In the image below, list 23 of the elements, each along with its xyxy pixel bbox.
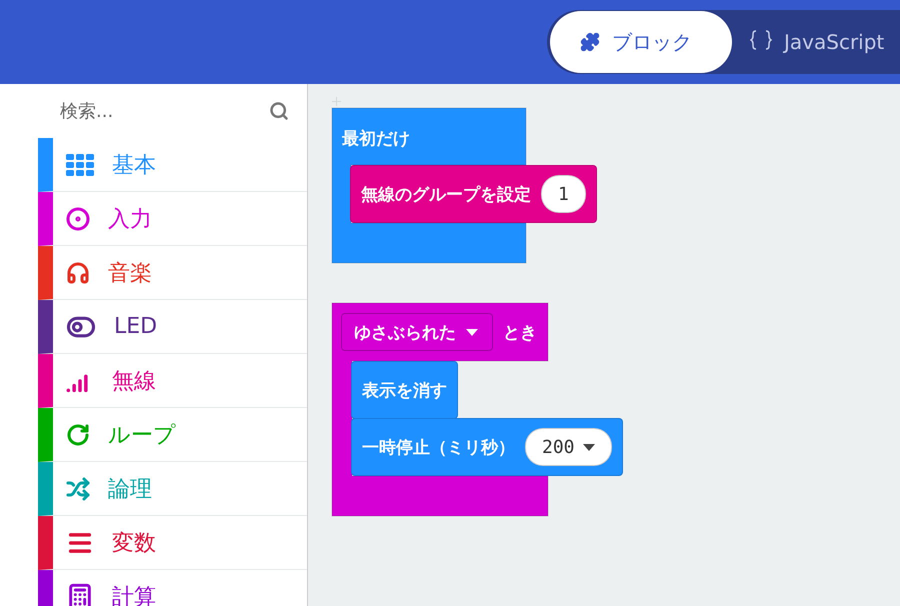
caret-icon bbox=[466, 328, 478, 336]
search-icon[interactable] bbox=[269, 101, 289, 121]
value-field[interactable]: 200 bbox=[525, 428, 612, 466]
block-label: とき bbox=[503, 322, 537, 344]
puzzle-icon bbox=[580, 32, 600, 52]
headphones-icon bbox=[66, 260, 90, 284]
code-block[interactable]: 一時停止（ミリ秒） 200 bbox=[351, 418, 623, 476]
code-block[interactable]: 表示を消す bbox=[351, 361, 458, 419]
value-field[interactable]: 1 bbox=[541, 175, 586, 213]
calculator-icon bbox=[66, 582, 94, 606]
block-label: 表示を消す bbox=[362, 380, 447, 402]
editor-tab[interactable]: ブロック bbox=[550, 11, 732, 73]
shuffle-icon bbox=[66, 476, 90, 500]
code-block[interactable]: 無線のグループを設定 1 bbox=[350, 165, 597, 223]
editor-tab[interactable]: JavaScript bbox=[750, 30, 884, 54]
grid-icon bbox=[66, 154, 94, 176]
block-label: 一時停止（ミリ秒） bbox=[362, 436, 515, 458]
gesture-dropdown[interactable]: ゆさぶられた bbox=[341, 313, 493, 351]
refresh-icon bbox=[66, 422, 90, 446]
block-label: 最初だけ bbox=[342, 128, 410, 150]
caret-icon bbox=[582, 444, 595, 450]
block-label: 無線のグループを設定 bbox=[361, 184, 531, 206]
target-icon bbox=[66, 206, 90, 230]
